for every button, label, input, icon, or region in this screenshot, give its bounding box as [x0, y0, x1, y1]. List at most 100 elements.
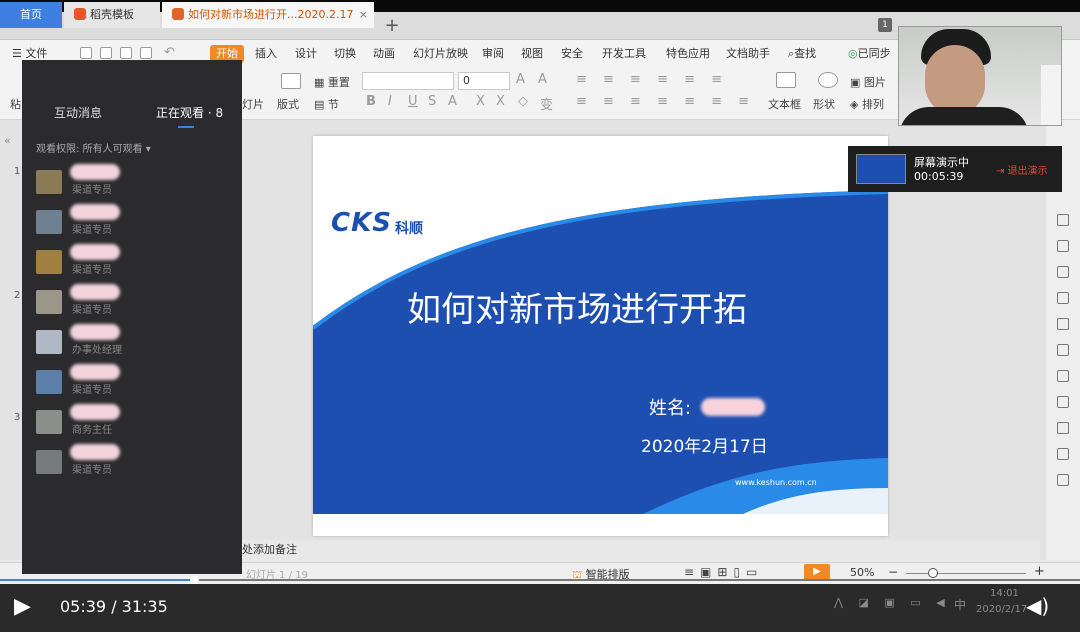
docer-icon: [74, 8, 86, 20]
tool-icon-1[interactable]: [1057, 214, 1069, 226]
collapse-pane-icon[interactable]: «: [4, 134, 11, 147]
search-button[interactable]: ⌕查找: [788, 45, 816, 63]
search-label: 查找: [794, 47, 817, 60]
paragraph-tools-icon[interactable]: ≡ ≡ ≡ ≡ ≡ ≡: [576, 72, 728, 87]
tool-icon-10[interactable]: [1057, 448, 1069, 460]
viewer-row[interactable]: 办事处经理: [36, 324, 226, 360]
menu-item-design[interactable]: 设计: [295, 45, 317, 63]
menu-item-transition[interactable]: 切换: [334, 45, 356, 63]
tool-icon-2[interactable]: [1057, 240, 1069, 252]
viewer-row[interactable]: 渠道专员: [36, 244, 226, 280]
file-menu-label: 文件: [25, 47, 48, 60]
redacted-viewer-name: [70, 364, 120, 380]
menu-item-insert[interactable]: 插入: [255, 45, 277, 63]
increase-font-icon[interactable]: A: [516, 72, 525, 87]
textbox-button[interactable]: 文本框: [768, 96, 801, 112]
close-tab-icon[interactable]: ×: [359, 2, 368, 28]
picture-button[interactable]: ▣ 图片: [850, 74, 886, 90]
view-permission-select[interactable]: 观看权限: 所有人可观看 ▾: [36, 140, 151, 155]
layout-icon: [281, 73, 301, 89]
italic-icon[interactable]: I: [388, 94, 392, 109]
clear-format-icon[interactable]: ◇: [518, 94, 528, 109]
viewer-row[interactable]: 渠道专员: [36, 204, 226, 240]
font-size-select[interactable]: 0: [458, 72, 510, 90]
tool-icon-11[interactable]: [1057, 474, 1069, 486]
tab-interactive-messages[interactable]: 互动消息: [54, 104, 102, 121]
undo-icon[interactable]: ↶: [164, 45, 175, 60]
viewer-avatar: [36, 450, 62, 474]
redacted-name: [701, 398, 765, 416]
new-tab-button[interactable]: +: [382, 12, 402, 40]
subscript-icon[interactable]: X: [496, 94, 505, 109]
viewer-avatar: [36, 290, 62, 314]
menu-item-features[interactable]: 特色应用: [666, 45, 710, 63]
redacted-viewer-name: [70, 324, 120, 340]
section-label: 节: [327, 98, 339, 111]
tool-icon-3[interactable]: [1057, 266, 1069, 278]
align-tools-icon[interactable]: ≡ ≡ ≡ ≡ ≡ ≡ ≡: [576, 94, 755, 109]
viewer-role: 办事处经理: [72, 345, 122, 356]
char-spacing-icon[interactable]: 变: [540, 94, 553, 113]
menu-item-review[interactable]: 审阅: [482, 45, 504, 63]
play-icon[interactable]: ▶: [14, 594, 31, 619]
tab-watching[interactable]: 正在观看 · 8: [156, 104, 223, 121]
viewer-row[interactable]: 渠道专员: [36, 444, 226, 480]
menu-item-animation[interactable]: 动画: [373, 45, 395, 63]
preview-icon[interactable]: [140, 47, 152, 59]
menu-item-devtools[interactable]: 开发工具: [602, 45, 646, 63]
progress-fill: [0, 579, 195, 581]
arrange-button[interactable]: ◈ 排列: [850, 96, 884, 112]
shadow-icon[interactable]: S: [428, 94, 436, 109]
notes-placeholder[interactable]: 处添加备注: [240, 540, 1040, 560]
menu-item-slideshow[interactable]: 幻灯片放映: [413, 45, 468, 63]
superscript-icon[interactable]: X: [476, 94, 485, 109]
current-slide[interactable]: CKS 科顺 如何对新市场进行开拓 姓名: 2020年2月17日 www.kes…: [313, 136, 888, 536]
new-slide-button[interactable]: 灯片: [242, 96, 264, 112]
print-icon[interactable]: [120, 47, 132, 59]
save-icon[interactable]: [80, 47, 92, 59]
tool-icon-9[interactable]: [1057, 422, 1069, 434]
presenter-camera: [898, 26, 1062, 126]
underline-icon[interactable]: U: [408, 94, 418, 109]
redacted-viewer-name: [70, 404, 120, 420]
viewer-row[interactable]: 商务主任: [36, 404, 226, 440]
viewer-role: 渠道专员: [72, 465, 112, 476]
tab-template[interactable]: 稻壳模板: [64, 2, 160, 28]
shape-button[interactable]: 形状: [813, 96, 835, 112]
sync-status[interactable]: ◎已同步: [848, 45, 891, 63]
viewer-row[interactable]: 渠道专员: [36, 164, 226, 200]
sync-icon: ◎: [848, 47, 858, 60]
viewer-row[interactable]: 渠道专员: [36, 364, 226, 400]
reset-icon: ▦: [314, 76, 328, 89]
paste-button[interactable]: 粘: [10, 96, 21, 112]
zoom-slider[interactable]: [906, 573, 1026, 574]
export-icon[interactable]: [100, 47, 112, 59]
tool-icon-4[interactable]: [1057, 292, 1069, 304]
tab-home[interactable]: 首页: [0, 2, 62, 28]
tool-icon-5[interactable]: [1057, 318, 1069, 330]
tool-icon-8[interactable]: [1057, 396, 1069, 408]
share-timer: 00:05:39: [914, 170, 964, 183]
menu-item-view[interactable]: 视图: [521, 45, 543, 63]
reset-button[interactable]: ▦ 重置: [314, 74, 350, 90]
layout-button[interactable]: 版式: [277, 96, 299, 112]
viewer-avatar: [36, 210, 62, 234]
viewer-role: 渠道专员: [72, 265, 112, 276]
section-icon: ▤: [314, 98, 328, 111]
volume-icon[interactable]: ◀): [1026, 594, 1049, 618]
viewer-role: 渠道专员: [72, 305, 112, 316]
menu-item-doc-assistant[interactable]: 文档助手: [726, 45, 770, 63]
bold-icon[interactable]: B: [366, 94, 376, 109]
menu-item-security[interactable]: 安全: [561, 45, 583, 63]
tool-icon-6[interactable]: [1057, 344, 1069, 356]
tab-document[interactable]: 如何对新市场进行开...2020.2.17 ×: [162, 2, 374, 28]
font-color-icon[interactable]: A: [448, 94, 457, 109]
section-button[interactable]: ▤ 节: [314, 96, 339, 112]
font-name-select[interactable]: [362, 72, 454, 90]
exit-share-button[interactable]: ⇥ 退出演示: [996, 162, 1048, 177]
video-progress-track[interactable]: [0, 576, 1080, 585]
decrease-font-icon[interactable]: A: [538, 72, 547, 87]
viewer-row[interactable]: 渠道专员: [36, 284, 226, 320]
redacted-viewer-name: [70, 164, 120, 180]
tool-icon-7[interactable]: [1057, 370, 1069, 382]
